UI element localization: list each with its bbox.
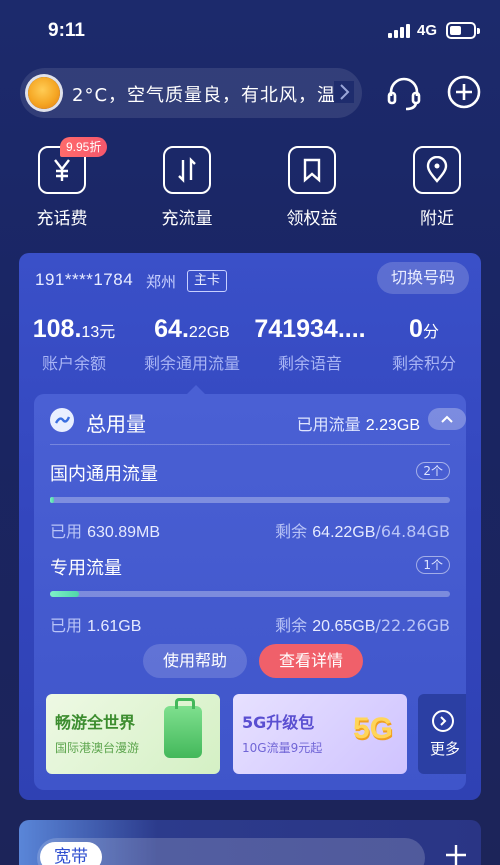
stat-label: 剩余通用流量 [143, 354, 240, 373]
sun-icon [28, 77, 60, 109]
progress-bar-dedicated [50, 591, 450, 597]
stat-label: 账户余额 [41, 354, 106, 373]
quick-action-label: 领权益 [286, 209, 338, 229]
domestic-used: 已用 630.89MB [50, 522, 161, 541]
phone-number: 191****1784 [35, 270, 134, 289]
dedicated-used: 已用 1.61GB [50, 616, 142, 635]
promo-roaming[interactable]: 畅游全世界 国际港澳台漫游 [46, 694, 220, 774]
switch-number-button[interactable]: 切换号码 [376, 262, 469, 294]
phone-city: 郑州 [146, 273, 177, 291]
promo-more[interactable]: 更多 [418, 694, 466, 774]
stat-value: 0分 [409, 315, 439, 343]
luggage-icon [164, 698, 202, 758]
usage-title: 总用量 [86, 412, 146, 436]
section-count-badge[interactable]: 1个 [416, 556, 450, 574]
dedicated-remaining: 剩余 20.65GB/22.26GB [275, 616, 450, 635]
status-time: 9:11 [48, 20, 85, 41]
quick-action-recharge[interactable]: 充话费 [12, 146, 112, 229]
selected-stat-caret [187, 385, 205, 394]
quick-action-benefits[interactable]: 领权益 [262, 146, 362, 229]
usage-help-button[interactable]: 使用帮助 [143, 644, 247, 678]
section-count-badge[interactable]: 2个 [416, 462, 450, 480]
used-flow-summary: 已用流量 2.23GB [296, 415, 420, 434]
signal-icon [388, 24, 412, 38]
collapse-button[interactable] [428, 408, 466, 430]
tab-broadband[interactable]: 宽带 [40, 842, 102, 865]
promo-title: 畅游全世界 [55, 713, 136, 732]
status-bar: 9:11 4G [0, 0, 500, 62]
promo-title: 5G升级包 [242, 713, 315, 732]
promo-subtitle: 国际港澳台漫游 [55, 741, 140, 755]
broadband-card: 宽带 [19, 820, 481, 865]
stat-voice-remaining[interactable]: 741934.... 剩余语音 [250, 315, 370, 374]
5g-art-icon: 5G [353, 712, 394, 745]
progress-bar-domestic [50, 497, 450, 503]
chevron-right-icon [334, 81, 354, 103]
view-details-button[interactable]: 查看详情 [259, 644, 363, 678]
chevron-up-icon [441, 415, 453, 423]
more-label: 更多 [430, 740, 461, 758]
promo-5g[interactable]: 5G升级包 10G流量9元起 5G [233, 694, 407, 774]
main-card-tag: 主卡 [187, 270, 227, 292]
quick-action-label: 充话费 [36, 209, 88, 229]
add-icon[interactable] [443, 842, 469, 865]
stat-value: 741934.... [254, 315, 366, 343]
progress-fill [50, 497, 54, 503]
quick-action-nearby[interactable]: 附近 [387, 146, 487, 229]
location-pin-icon [413, 146, 461, 194]
section-title-dedicated: 专用流量 [50, 558, 122, 579]
headset-icon[interactable] [385, 74, 423, 116]
divider [50, 444, 450, 445]
quick-action-data[interactable]: 充流量 [137, 146, 237, 229]
promo-subtitle: 10G流量9元起 [242, 741, 323, 755]
battery-icon [446, 22, 480, 39]
network-label: 4G [417, 22, 438, 39]
stat-value: 64.22GB [154, 315, 230, 343]
quick-action-label: 充流量 [161, 209, 213, 229]
stat-points[interactable]: 0分 剩余积分 [369, 315, 479, 374]
usage-panel: 总用量 已用流量 2.23GB 国内通用流量 2个 已用 630.89MB 剩余… [34, 394, 466, 790]
discount-badge: 9.95折 [60, 137, 108, 157]
weather-text: 2°C，空气质量良，有北风，温 [72, 85, 337, 106]
stat-label: 剩余语音 [277, 354, 342, 373]
stat-data-remaining[interactable]: 64.22GB 剩余通用流量 [137, 315, 247, 374]
stat-label: 剩余积分 [391, 354, 456, 373]
weather-bar[interactable]: 2°C，空气质量良，有北风，温 [20, 68, 362, 118]
progress-fill [50, 591, 79, 597]
stat-value: 108.13元 [32, 315, 116, 343]
quick-action-label: 附近 [420, 209, 454, 229]
data-arrows-icon [163, 146, 211, 194]
section-title-domestic: 国内通用流量 [50, 464, 158, 485]
stat-balance[interactable]: 108.13元 账户余额 [19, 315, 129, 374]
bookmark-icon [288, 146, 336, 194]
usage-logo-icon [50, 408, 74, 432]
plus-icon[interactable] [446, 74, 482, 114]
chevron-right-circle-icon [432, 710, 454, 732]
account-card: 191****1784 郑州 主卡 切换号码 108.13元 账户余额 64.2… [19, 253, 481, 800]
domestic-remaining: 剩余 64.22GB/64.84GB [275, 522, 450, 541]
